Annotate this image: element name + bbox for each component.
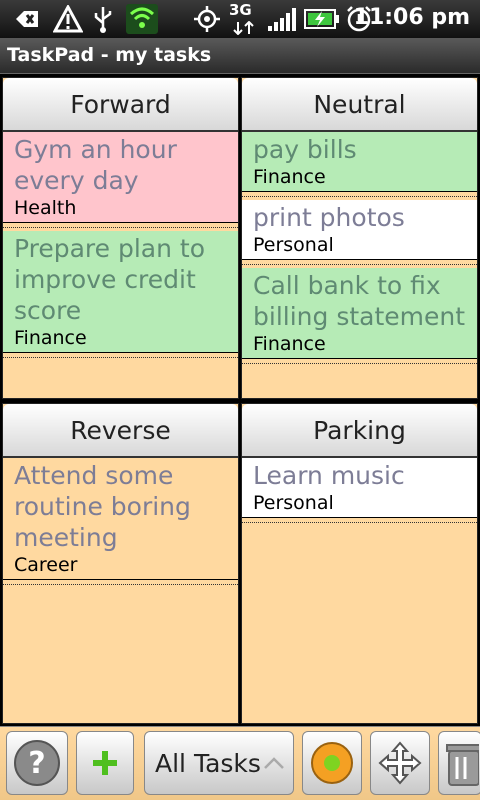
app-title: TaskPad - my tasks: [7, 44, 212, 66]
task-title: Learn music: [253, 461, 405, 490]
task-item[interactable]: pay bills Finance: [242, 132, 477, 197]
quadrant-header-reverse[interactable]: Reverse: [3, 404, 238, 458]
task-category: Personal: [253, 234, 334, 256]
task-title: Prepare plan to improve credit score: [14, 234, 206, 325]
task-category: Finance: [253, 166, 326, 188]
quadrant-label: Reverse: [70, 415, 171, 445]
warning-icon: [52, 4, 84, 34]
expand-icon: [378, 741, 422, 785]
help-button[interactable]: ?: [6, 731, 68, 795]
signal-icon: [266, 4, 298, 34]
task-category: Finance: [14, 327, 87, 349]
chevron-up-icon: [264, 757, 284, 769]
task-category: Finance: [253, 333, 326, 355]
add-icon: [93, 751, 117, 775]
task-title: Gym an hour every day: [14, 135, 177, 195]
task-title: pay bills: [253, 135, 357, 164]
svg-text:?: ?: [28, 746, 45, 781]
add-task-button[interactable]: [76, 731, 134, 795]
help-icon: ?: [14, 740, 60, 786]
expand-button[interactable]: [370, 731, 430, 795]
quadrant-header-forward[interactable]: Forward: [3, 78, 238, 132]
app-title-bar: TaskPad - my tasks: [0, 38, 480, 74]
record-button[interactable]: [302, 731, 362, 795]
quadrant-label: Neutral: [313, 89, 406, 119]
status-bar: 3G 11:06 pm: [0, 0, 480, 38]
trash-icon: [446, 744, 479, 786]
battery-charging-icon: [304, 4, 340, 34]
quadrant-neutral: Neutral pay bills Finance print photos P…: [241, 77, 478, 399]
quadrant-label: Parking: [313, 415, 406, 445]
gps-icon: [192, 4, 222, 34]
task-category: Personal: [253, 492, 334, 514]
quadrant-forward: Forward Gym an hour every day Health Pre…: [2, 77, 239, 399]
task-filter-select[interactable]: All Tasks: [144, 731, 294, 795]
data-arrows-icon: [232, 20, 256, 36]
task-item[interactable]: Call bank to fix billing statement Finan…: [242, 268, 477, 364]
task-category: Health: [14, 197, 77, 219]
delete-button[interactable]: [438, 731, 480, 795]
quadrant-header-parking[interactable]: Parking: [242, 404, 477, 458]
back-icon: [12, 4, 42, 34]
quadrant-label: Forward: [70, 89, 171, 119]
record-icon: [311, 742, 353, 784]
shield-wifi-icon: [126, 4, 158, 34]
task-title: print photos: [253, 203, 405, 232]
network-type: 3G: [229, 1, 252, 19]
quadrant-reverse: Reverse Attend some routine boring meeti…: [2, 403, 239, 724]
bottom-toolbar: ? All Tasks: [0, 726, 480, 800]
filter-selected: All Tasks: [155, 748, 261, 778]
usb-icon: [90, 4, 116, 34]
task-item[interactable]: Prepare plan to improve credit score Fin…: [3, 231, 238, 358]
quadrant-parking: Parking Learn music Personal: [241, 403, 478, 724]
task-item[interactable]: Gym an hour every day Health: [3, 132, 238, 228]
quadrant-header-neutral[interactable]: Neutral: [242, 78, 477, 132]
task-title: Call bank to fix billing statement: [253, 271, 466, 331]
task-item[interactable]: Attend some routine boring meeting Caree…: [3, 458, 238, 585]
task-title: Attend some routine boring meeting: [14, 461, 191, 552]
task-item[interactable]: print photos Personal: [242, 200, 477, 265]
task-item[interactable]: Learn music Personal: [242, 458, 477, 523]
task-category: Career: [14, 554, 78, 576]
clock-time: 11:06 pm: [353, 5, 470, 30]
